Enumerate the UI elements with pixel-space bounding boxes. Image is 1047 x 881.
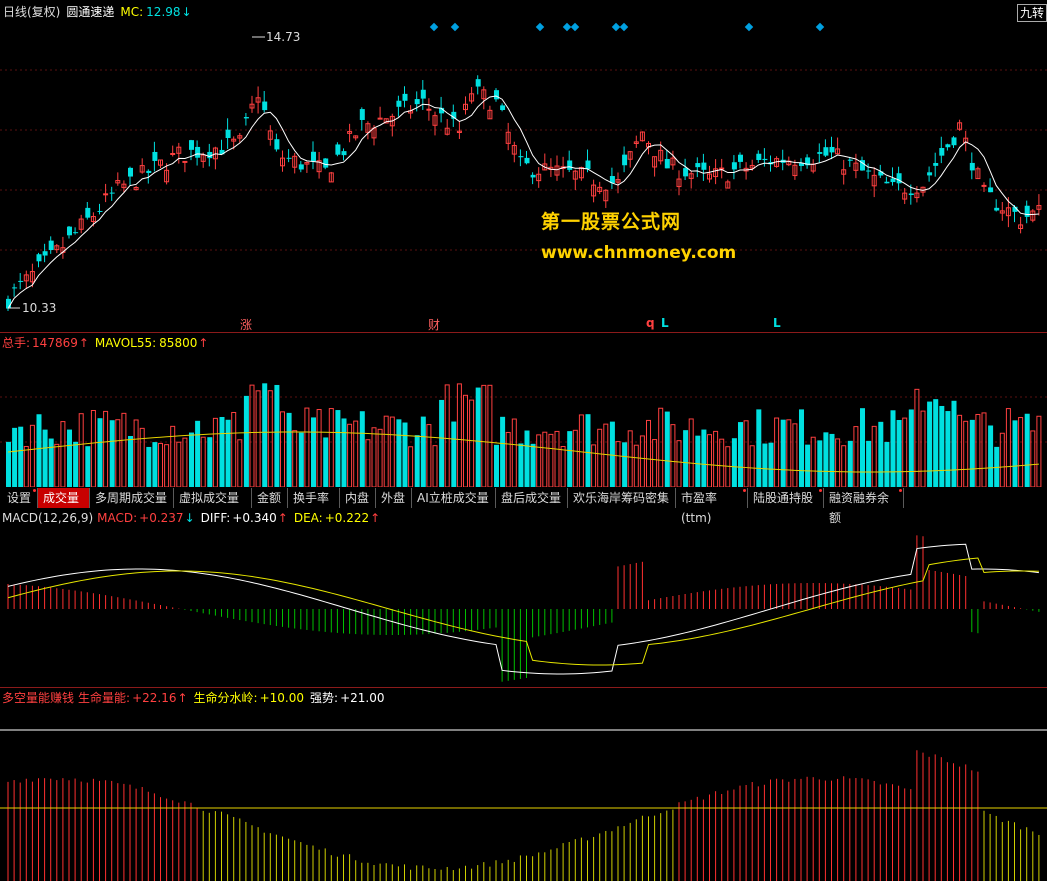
- mavol-value: 85800: [159, 336, 198, 350]
- tab-7[interactable]: 外盘: [376, 488, 412, 508]
- candlestick-chart[interactable]: [0, 0, 1047, 330]
- mavol-arrow-icon: ↑: [198, 336, 209, 350]
- life-arrow-icon: ↑: [177, 691, 188, 705]
- volume-arrow-icon: ↑: [78, 336, 89, 350]
- marker-l1: L: [661, 316, 669, 330]
- diff-label: DIFF:: [200, 511, 231, 525]
- macd-label: MACD:: [97, 511, 138, 525]
- divider: [0, 687, 1047, 688]
- marker-cai: 财: [428, 318, 441, 332]
- energy-header: 多空量能赚钱 生命量能: +22.16↑ 生命分水岭: +10.00 强势: +21.00: [2, 689, 390, 707]
- strong-label: 强势:: [310, 691, 339, 705]
- dea-value: +0.222: [324, 511, 370, 525]
- volume-total-label: 总手:: [2, 336, 31, 350]
- volume-header: 总手: 147869↑ MAVOL55: 85800↑: [2, 334, 214, 352]
- diff-arrow-icon: ↑: [277, 511, 288, 525]
- life-label: 生命量能:: [78, 691, 131, 705]
- high-price-label: 14.73: [266, 30, 301, 44]
- life-value: +22.16: [132, 691, 177, 705]
- tab-dot-icon: [743, 489, 746, 492]
- mavol-label: MAVOL55:: [94, 336, 157, 350]
- divider: [0, 332, 1047, 333]
- tab-5[interactable]: 换手率: [288, 488, 340, 508]
- dea-label: DEA:: [293, 511, 323, 525]
- water-value: +10.00: [259, 691, 305, 705]
- low-price-label: 10.33: [22, 301, 57, 315]
- volume-total-value: 147869: [32, 336, 78, 350]
- tab-13[interactable]: 融资融券余额: [824, 488, 904, 525]
- tab-10[interactable]: 欢乐海岸筹码密集: [568, 488, 676, 508]
- tab-dot-icon: [899, 489, 902, 492]
- indicator-tab-bar: 设置 成交量 多周期成交量 虚拟成交量 金额 换手率 内盘 外盘 AI立桩成交量 盘后成交量 欢乐海…: [0, 487, 1047, 525]
- macd-name: MACD(12,26,9): [2, 511, 94, 525]
- strong-value: +21.00: [340, 691, 385, 705]
- marker-l2: L: [773, 316, 781, 330]
- tab-9[interactable]: 盘后成交量: [496, 488, 568, 508]
- energy-chart[interactable]: [0, 707, 1047, 881]
- diff-value: +0.340: [232, 511, 277, 525]
- tab-6[interactable]: 内盘: [340, 488, 376, 508]
- volume-chart[interactable]: [0, 352, 1047, 487]
- water-label: 生命分水岭:: [193, 691, 258, 705]
- tab-8[interactable]: AI立桩成交量: [412, 488, 496, 508]
- tab-3[interactable]: 虚拟成交量: [174, 488, 252, 508]
- tab-1[interactable]: 成交量: [38, 488, 90, 508]
- macd-chart[interactable]: [0, 527, 1047, 687]
- marker-q: q: [646, 316, 655, 330]
- marker-zhang: 涨: [240, 318, 253, 332]
- tab-12[interactable]: 陆股通持股: [748, 488, 824, 508]
- energy-name: 多空量能赚钱: [2, 691, 75, 705]
- tab-dot-icon: [33, 489, 36, 492]
- watermark-title: 第一股票公式网: [541, 211, 682, 233]
- macd-value: +0.237: [139, 511, 184, 525]
- tab-dot-icon: [819, 489, 822, 492]
- dea-arrow-icon: ↑: [370, 511, 381, 525]
- macd-header: MACD(12,26,9) MACD: +0.237↓ DIFF: +0.340↑ DEA…: [2, 509, 386, 527]
- tab-4[interactable]: 金额: [252, 488, 288, 508]
- watermark-url: www.chnmoney.com: [541, 243, 737, 263]
- macd-arrow-icon: ↓: [184, 511, 195, 525]
- tab-0[interactable]: 设置: [2, 488, 38, 508]
- tab-2[interactable]: 多周期成交量: [90, 488, 174, 508]
- tab-11[interactable]: 市盈率(ttm): [676, 488, 748, 525]
